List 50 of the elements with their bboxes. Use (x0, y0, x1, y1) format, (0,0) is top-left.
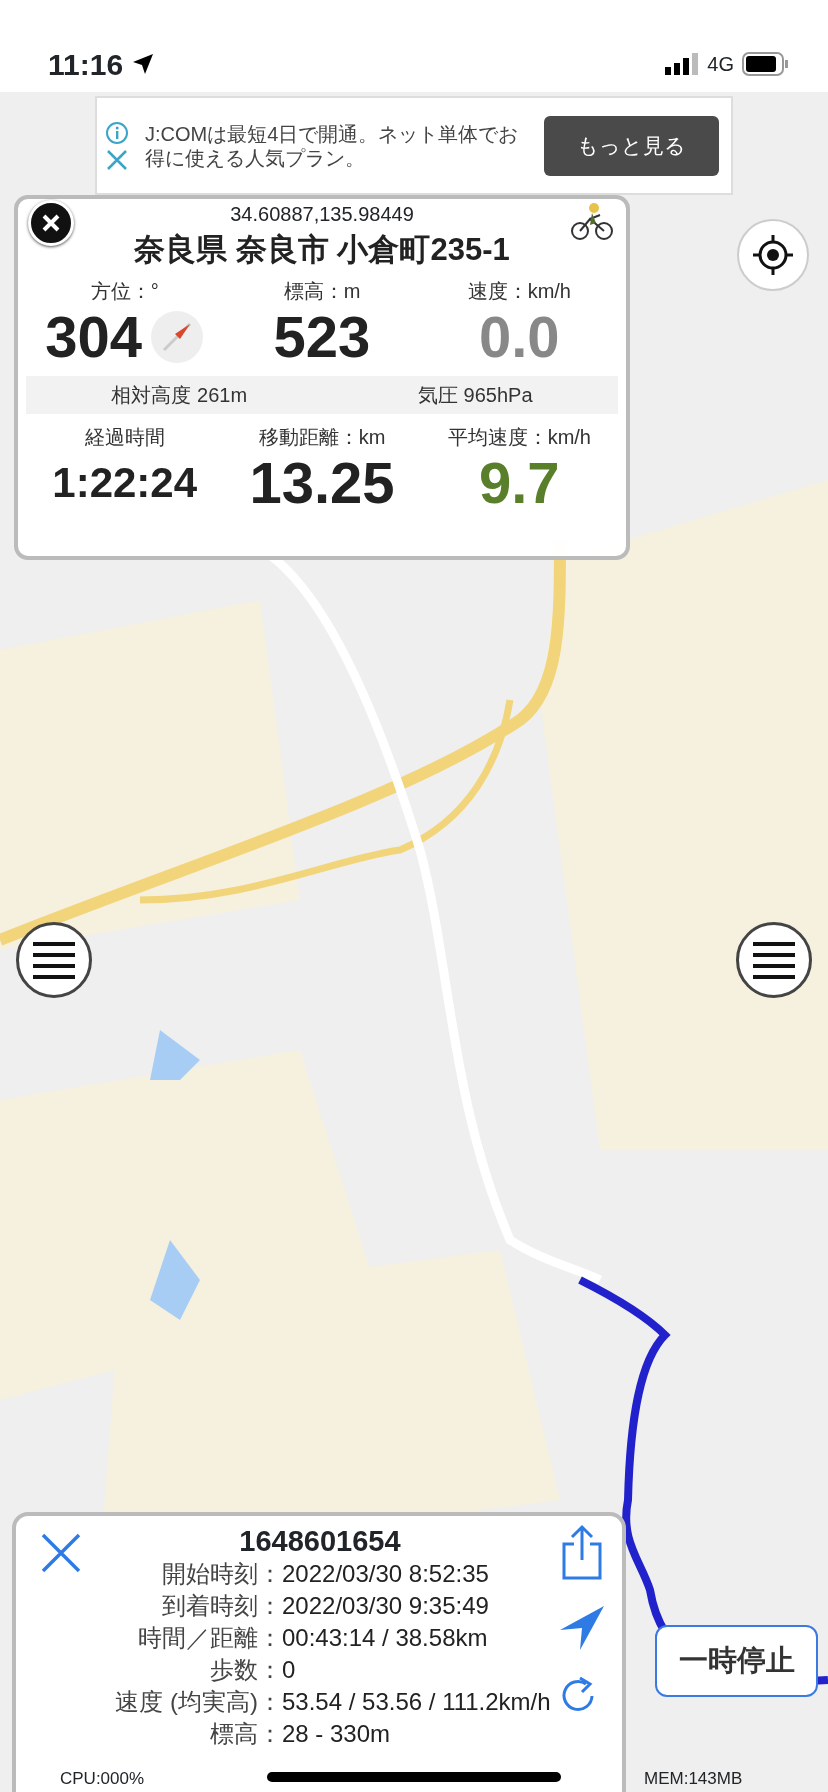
stat-label: 移動距離：km (258, 425, 386, 450)
row-label: 到着時刻： (161, 1591, 282, 1621)
pressure-reading: 気圧 965hPa (418, 383, 533, 408)
menu-icon (31, 940, 77, 980)
metric-value: 523 (273, 306, 371, 368)
track-title: 1648601654 (238, 1524, 402, 1558)
address-text: 奈良県 奈良市 小倉町235-1 (134, 232, 510, 268)
menu-icon (751, 940, 797, 980)
row-value: 2022/03/30 8:52:35 (282, 1559, 489, 1589)
cpu-usage: CPU:000% (60, 1768, 145, 1790)
coordinates-text: 34.60887,135.98449 (230, 203, 414, 225)
relative-altitude: 相対高度 261m (111, 383, 248, 408)
row-value: 28 - 330m (282, 1719, 391, 1749)
target-icon (751, 233, 795, 277)
more-button[interactable]: もっと見る (544, 115, 719, 176)
row-label: 開始時刻： (161, 1559, 282, 1589)
row-label: 標高： (209, 1719, 282, 1749)
pause-button[interactable]: 一時停止 (655, 1625, 818, 1697)
row-label: 速度 (均実高)： (114, 1687, 282, 1717)
metric-value: 0.0 (479, 306, 560, 368)
row-label: 歩数： (209, 1655, 282, 1685)
close-icon[interactable] (105, 148, 129, 171)
compass-icon (150, 310, 205, 364)
row-label: 時間／距離： (137, 1623, 282, 1653)
cyclist-icon (570, 201, 614, 241)
row-value: 0 (282, 1655, 296, 1685)
row-value: 53.54 / 53.56 / 111.2km/h (282, 1687, 551, 1717)
share-icon[interactable] (560, 1524, 604, 1580)
location-arrow-icon (131, 52, 156, 76)
row-value: 2022/03/30 9:35:49 (282, 1591, 489, 1621)
signal-icon (665, 53, 700, 75)
battery-icon (742, 52, 788, 76)
info-icon[interactable] (105, 120, 129, 145)
stat-value: 13.25 (249, 452, 395, 514)
stat-value: 1:22:24 (52, 458, 198, 508)
navigation-arrow-icon[interactable] (558, 1604, 606, 1652)
memory-usage: MEM:143MB (644, 1768, 743, 1790)
row-value: 00:43:14 / 38.58km (282, 1623, 488, 1653)
ad-text: J:COMは最短4日で開通。ネット単体でお得に使える人気プラン。 (145, 121, 520, 170)
stat-value: 9.7 (479, 452, 560, 514)
metric-label: 標高：m (283, 279, 361, 304)
metric-label: 速度：km/h (467, 279, 571, 304)
network-type: 4G (707, 52, 734, 77)
stat-label: 経過時間 (84, 425, 165, 450)
metric-label: 方位：° (90, 279, 159, 304)
metric-value: 304 (45, 306, 143, 368)
status-time: 11:16 (48, 46, 124, 83)
close-icon[interactable] (40, 1532, 82, 1574)
stat-label: 平均速度：km/h (447, 425, 591, 450)
close-icon (41, 213, 61, 233)
